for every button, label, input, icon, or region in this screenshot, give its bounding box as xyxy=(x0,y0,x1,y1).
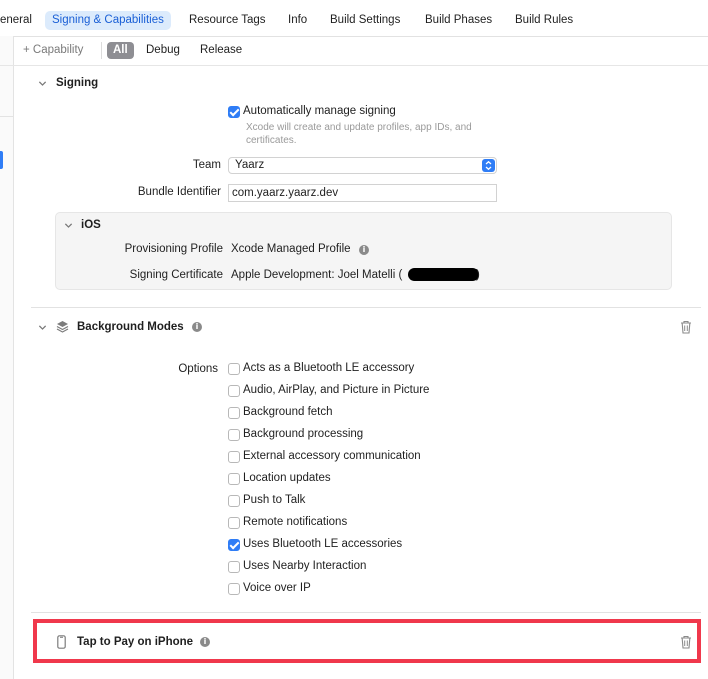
tab-info[interactable]: Info xyxy=(288,11,307,30)
trash-icon[interactable] xyxy=(680,635,692,649)
layers-icon xyxy=(56,321,69,333)
auto-manage-signing-label: Automatically manage signing xyxy=(243,105,396,117)
info-circle-icon[interactable]: i xyxy=(359,245,369,255)
option-checkbox[interactable] xyxy=(228,539,240,551)
filter-release-button[interactable]: Release xyxy=(200,42,242,59)
option-checkbox[interactable] xyxy=(228,429,240,441)
option-label: Audio, AirPlay, and Picture in Picture xyxy=(243,384,430,396)
option-label: Background fetch xyxy=(243,406,333,418)
tap-to-pay-title: Tap to Pay on iPhone xyxy=(77,636,194,648)
auto-manage-help-line1: Xcode will create and update profiles, a… xyxy=(246,122,472,133)
auto-manage-help-line2: certificates. xyxy=(246,135,297,146)
option-checkbox[interactable] xyxy=(228,451,240,463)
option-label: Acts as a Bluetooth LE accessory xyxy=(243,362,415,374)
option-checkbox[interactable] xyxy=(228,363,240,375)
option-checkbox[interactable] xyxy=(228,561,240,573)
option-checkbox[interactable] xyxy=(228,583,240,595)
option-label: Uses Bluetooth LE accessories xyxy=(243,538,403,550)
ios-group-title: iOS xyxy=(81,219,101,231)
bundle-identifier-value: com.yaarz.yaarz.dev xyxy=(232,187,339,199)
tab-build-settings[interactable]: Build Settings xyxy=(330,11,400,30)
option-checkbox[interactable] xyxy=(228,495,240,507)
option-checkbox[interactable] xyxy=(228,385,240,397)
option-checkbox[interactable] xyxy=(228,473,240,485)
signing-certificate-value: Apple Development: Joel Matelli ( xyxy=(231,269,403,281)
bundle-identifier-label: Bundle Identifier xyxy=(137,186,221,198)
trash-icon[interactable] xyxy=(680,320,692,334)
tab-build-phases[interactable]: Build Phases xyxy=(425,11,492,30)
tab-general[interactable]: eneral xyxy=(0,11,32,30)
team-label: Team xyxy=(192,159,221,171)
tab-signing-capabilities[interactable]: Signing & Capabilities xyxy=(45,11,171,30)
chevron-down-icon[interactable] xyxy=(38,323,47,332)
bundle-identifier-field[interactable]: com.yaarz.yaarz.dev xyxy=(228,184,497,202)
option-label: Background processing xyxy=(243,428,364,440)
section-divider xyxy=(31,307,701,308)
rail-divider xyxy=(0,116,13,117)
option-checkbox[interactable] xyxy=(228,407,240,419)
option-label: Voice over IP xyxy=(243,582,311,594)
iphone-icon xyxy=(57,635,66,649)
option-label: External accessory communication xyxy=(243,450,421,462)
selected-target-marker[interactable] xyxy=(0,151,3,169)
add-capability-button[interactable]: + Capability xyxy=(23,42,83,59)
option-label: Remote notifications xyxy=(243,516,348,528)
team-popup[interactable]: Yaarz xyxy=(228,157,497,174)
redaction-mark xyxy=(408,268,479,281)
filter-debug-button[interactable]: Debug xyxy=(146,42,180,59)
popup-stepper-icon xyxy=(482,159,495,172)
signing-certificate-suffix: ) xyxy=(476,269,480,281)
option-label: Location updates xyxy=(243,472,331,484)
section-divider xyxy=(31,612,701,613)
filter-separator xyxy=(101,42,102,59)
chevron-down-icon[interactable] xyxy=(38,79,47,88)
provisioning-profile-value: Xcode Managed Profile xyxy=(231,243,351,255)
target-list-rail xyxy=(0,36,14,679)
signing-certificate-label: Signing Certificate xyxy=(129,269,223,281)
team-value: Yaarz xyxy=(235,159,265,171)
filter-all-button[interactable]: All xyxy=(107,42,134,59)
signing-section-title: Signing xyxy=(56,77,99,89)
background-modes-title: Background Modes xyxy=(77,321,184,333)
info-circle-icon[interactable]: i xyxy=(192,322,202,332)
info-circle-icon[interactable]: i xyxy=(200,637,210,647)
tab-resource-tags[interactable]: Resource Tags xyxy=(189,11,266,30)
auto-manage-signing-checkbox[interactable] xyxy=(228,106,240,118)
tab-build-rules[interactable]: Build Rules xyxy=(515,11,573,30)
provisioning-profile-label: Provisioning Profile xyxy=(124,243,223,255)
chevron-down-icon[interactable] xyxy=(64,221,73,230)
option-label: Uses Nearby Interaction xyxy=(243,560,367,572)
options-label: Options xyxy=(178,363,218,375)
option-label: Push to Talk xyxy=(243,494,306,506)
option-checkbox[interactable] xyxy=(228,517,240,529)
editor-tab-bar: eneral Signing & Capabilities Resource T… xyxy=(0,0,708,37)
